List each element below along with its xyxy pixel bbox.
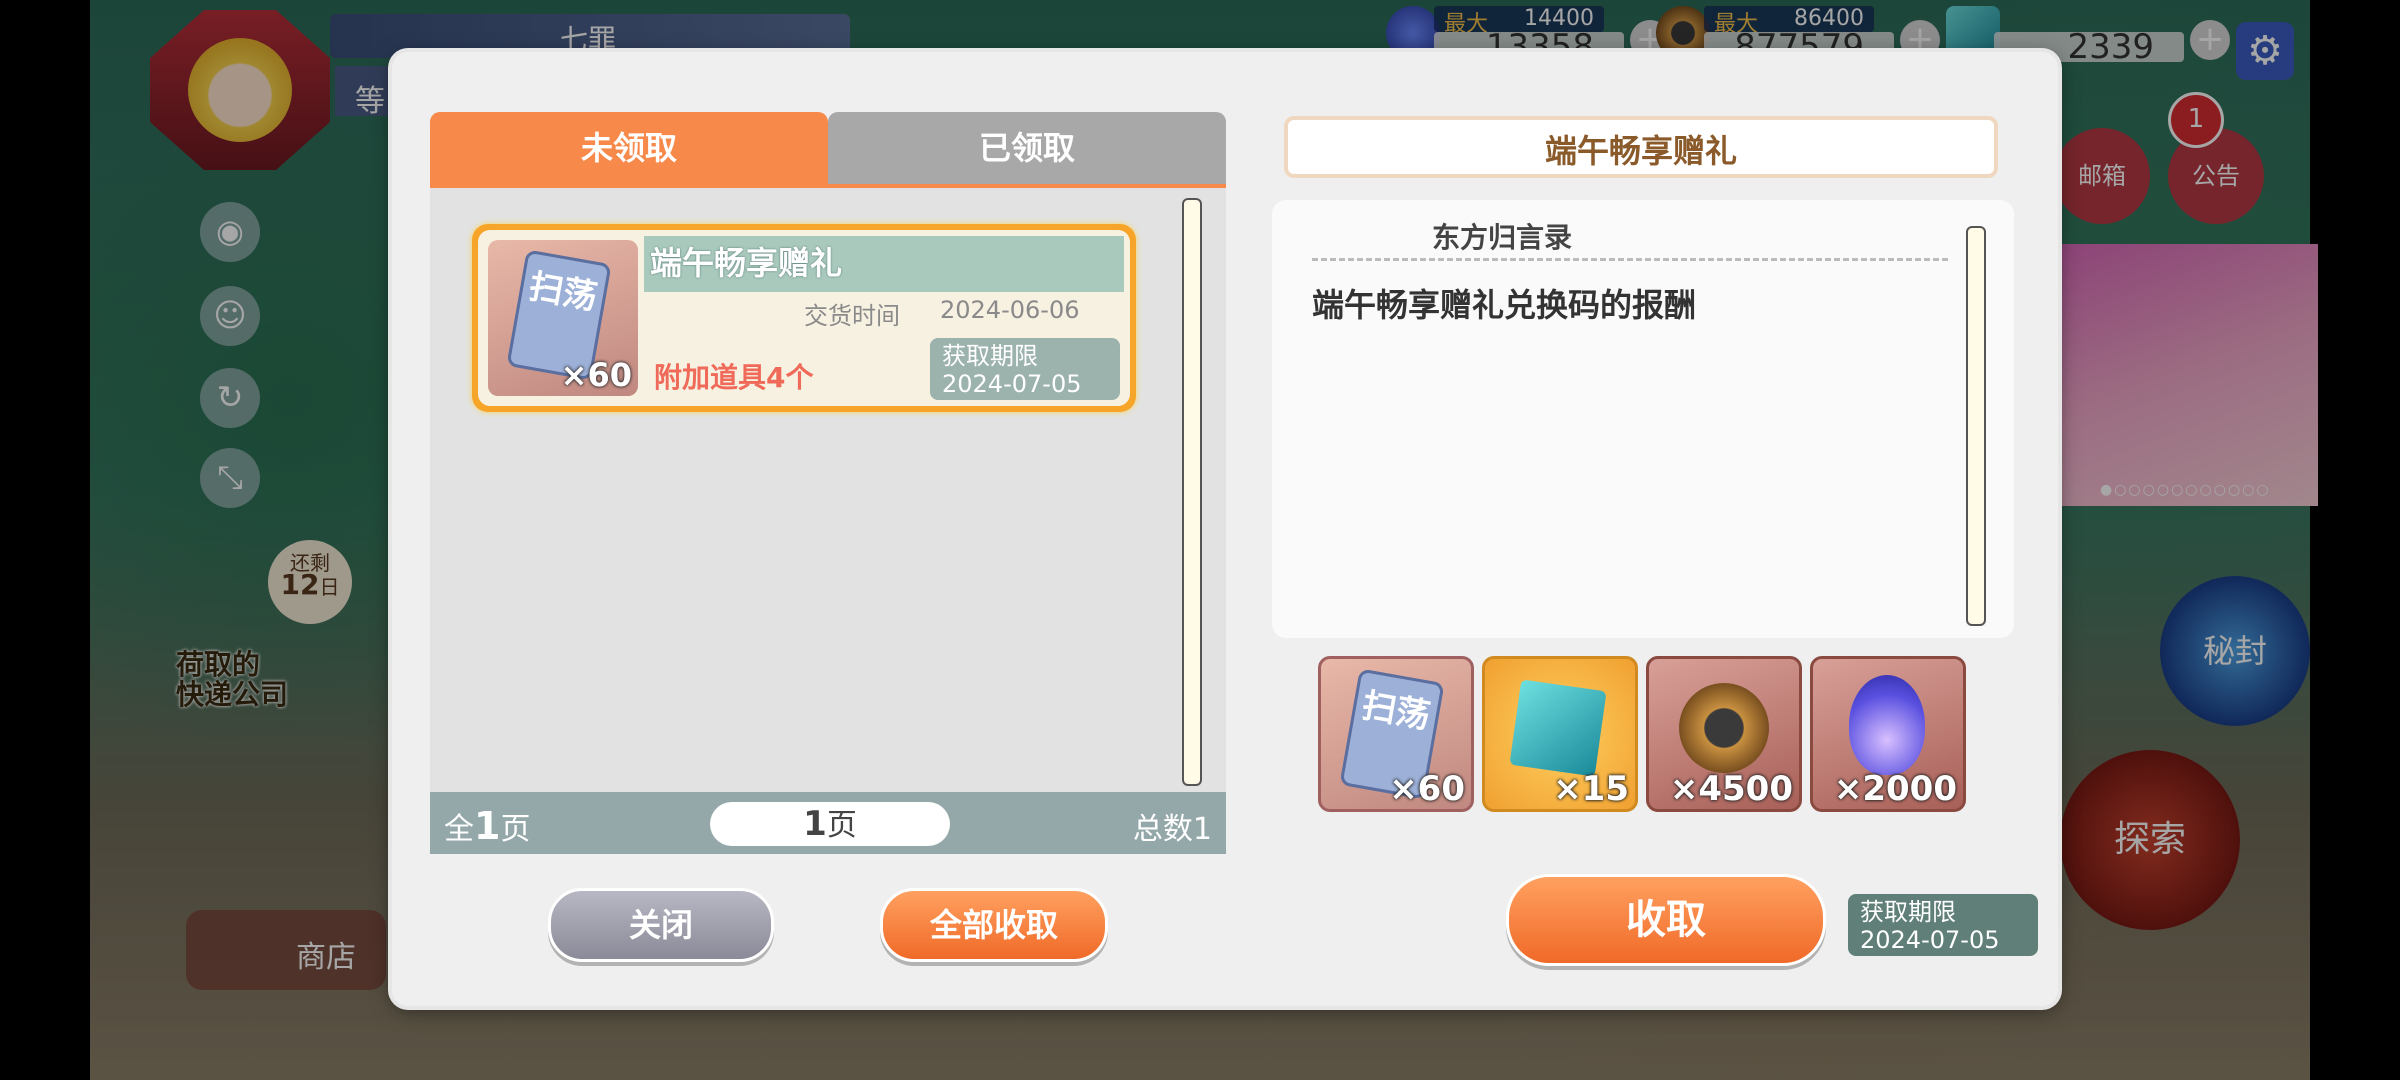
reward-item[interactable]: ×4500	[1646, 656, 1802, 812]
detail-scrollbar[interactable]	[1966, 226, 1986, 626]
claim-button[interactable]: 收取	[1506, 874, 1826, 966]
tab-unclaimed[interactable]: 未领取	[430, 112, 828, 184]
crystal-cube-icon	[1509, 679, 1607, 777]
reward-qty: ×15	[1553, 769, 1629, 809]
page-count: 全1页	[444, 804, 531, 848]
reward-item[interactable]: ×15	[1482, 656, 1638, 812]
mail-list-item[interactable]: 扫荡 ×60 端午畅享赠礼 交货时间 2024-06-06 附加道具4个 获取期…	[472, 224, 1136, 412]
mail-send-label: 交货时间	[804, 302, 900, 330]
close-button[interactable]: 关闭	[548, 888, 774, 962]
current-page[interactable]: 1页	[710, 802, 950, 846]
reward-qty: ×2000	[1833, 769, 1957, 809]
mail-dialog: 未领取 已领取 扫荡 ×60 端午畅享赠礼 交货时间 2024-06-06 附加…	[392, 52, 2058, 1006]
reward-qty: ×60	[1389, 769, 1465, 809]
ember-coin-icon	[1679, 683, 1769, 773]
divider	[1312, 258, 1948, 261]
mail-attach-count: 附加道具4个	[654, 361, 814, 394]
mail-deadline: 获取期限 2024-07-05	[930, 338, 1120, 400]
mail-list-scrollbar[interactable]	[1182, 198, 1202, 786]
mail-sender: 东方归言录	[1432, 221, 1573, 254]
reward-item[interactable]: 扫荡 ×60	[1318, 656, 1474, 812]
mail-list: 扫荡 ×60 端午畅享赠礼 交货时间 2024-06-06 附加道具4个 获取期…	[430, 188, 1226, 792]
total-count: 总数1	[1132, 812, 1212, 847]
detail-deadline: 获取期限 2024-07-05	[1848, 894, 2038, 956]
mail-attachment-thumbnail: 扫荡 ×60	[488, 240, 638, 396]
mail-item-body: 扫荡 ×60 端午畅享赠礼 交货时间 2024-06-06 附加道具4个 获取期…	[478, 230, 1130, 406]
claim-all-button[interactable]: 全部收取	[880, 888, 1108, 962]
mail-title: 端午畅享赠礼	[650, 244, 843, 282]
blue-flame-icon	[1849, 675, 1925, 775]
mail-pager: 全1页 1页 总数1	[430, 792, 1226, 854]
mail-tabs: 未领取 已领取	[430, 112, 1226, 190]
mail-send-date: 2024-06-06	[940, 296, 1080, 324]
reward-qty: ×4500	[1669, 769, 1793, 809]
mail-detail-title: 端午畅享赠礼	[1284, 116, 1998, 178]
mail-body-text: 端午畅享赠礼兑换码的报酬	[1312, 286, 1697, 324]
mail-detail-panel: 东方归言录 端午畅享赠礼兑换码的报酬	[1272, 200, 2014, 638]
mail-attachment-qty: ×60	[560, 356, 632, 394]
tab-claimed[interactable]: 已领取	[828, 112, 1226, 184]
reward-item[interactable]: ×2000	[1810, 656, 1966, 812]
